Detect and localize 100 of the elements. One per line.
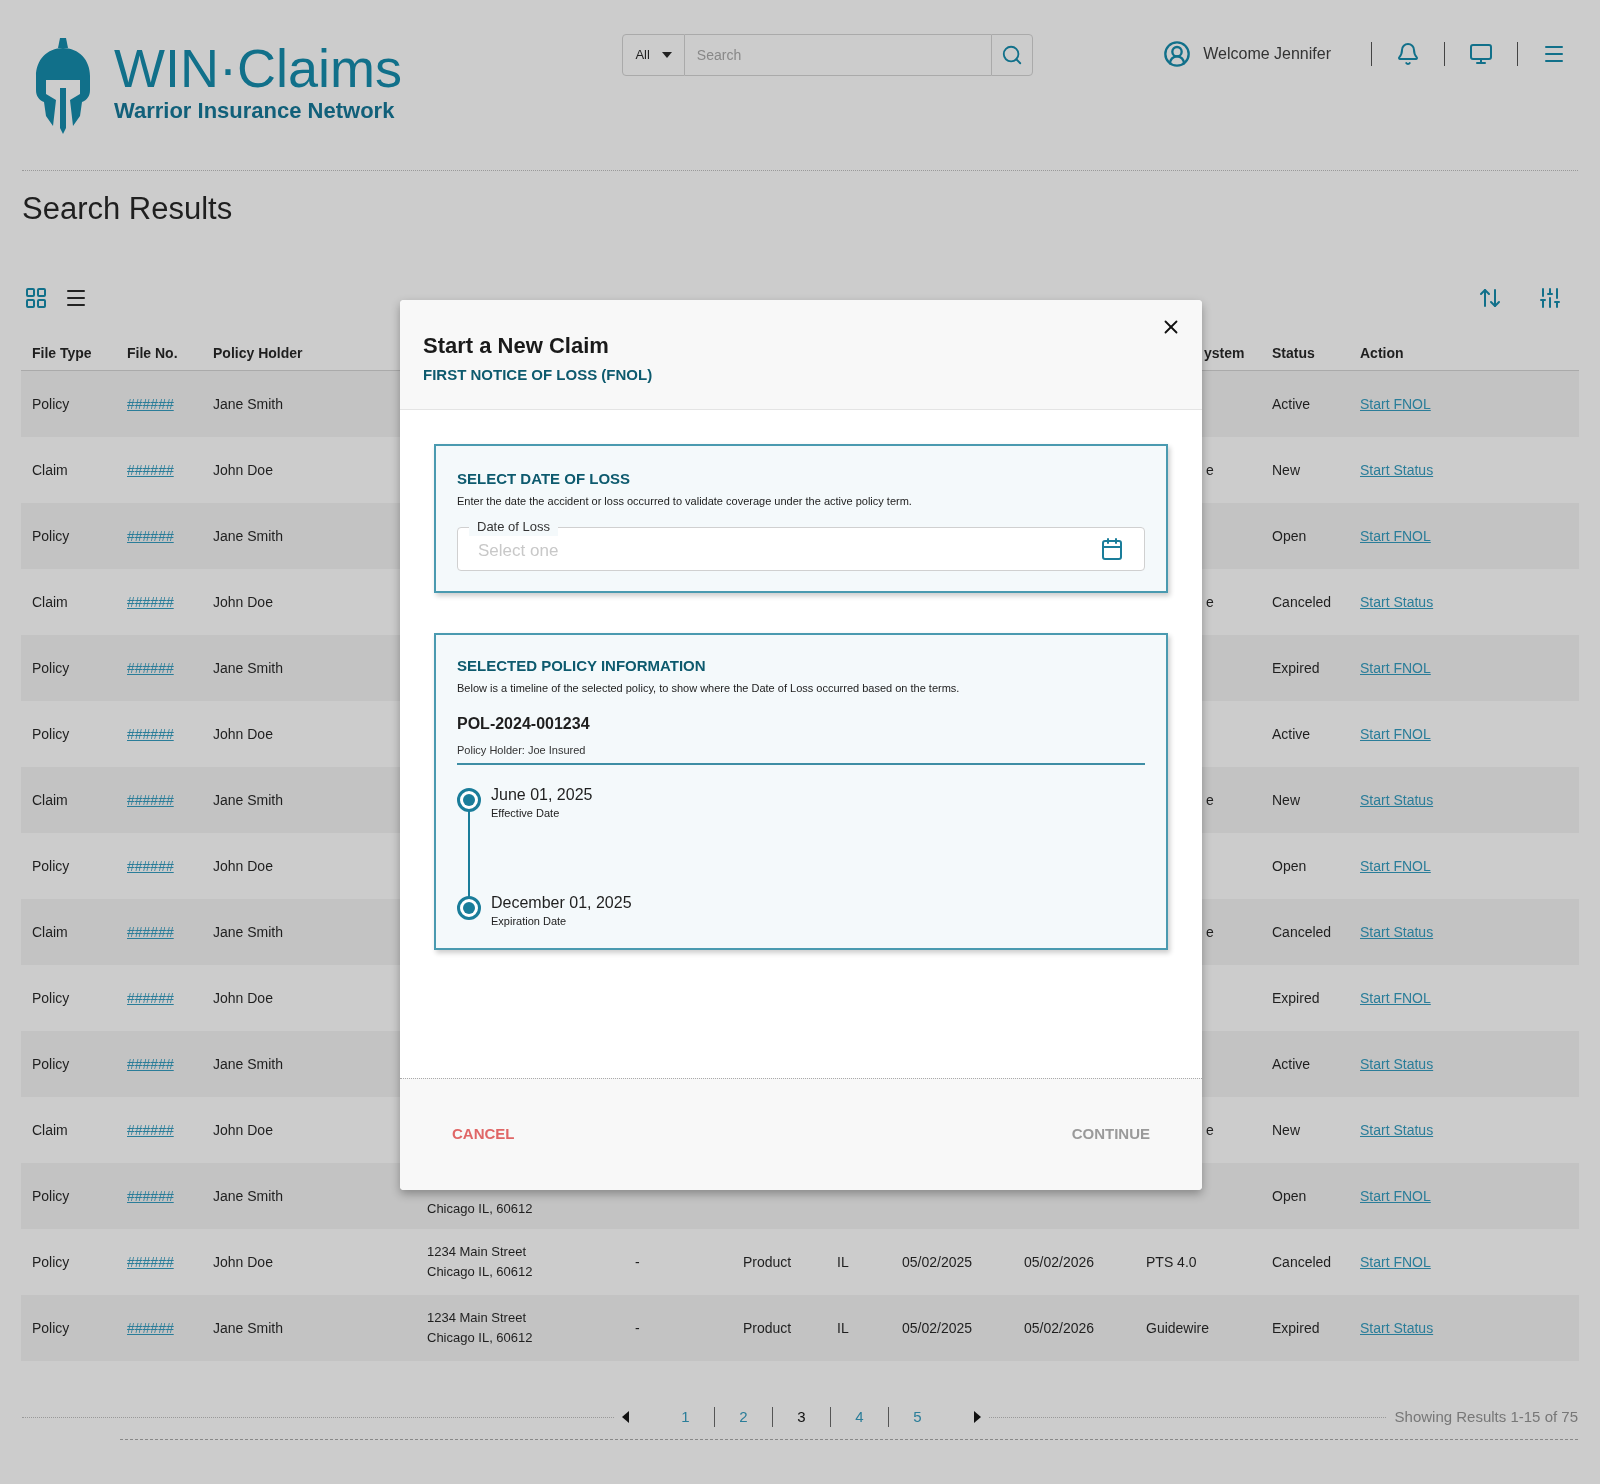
- table-cell-text: Claim: [32, 922, 69, 942]
- action-link[interactable]: Start FNOL: [1360, 1185, 1431, 1207]
- action-link[interactable]: Start Status: [1360, 1119, 1434, 1141]
- policy-holder: Policy Holder: Joe Insured: [457, 742, 1145, 765]
- section-heading: SELECTED POLICY INFORMATION: [457, 656, 707, 676]
- table-cell-text: Policy: [32, 526, 71, 546]
- action-link[interactable]: Start FNOL: [1360, 855, 1431, 877]
- table-cell-text: Expired: [1272, 658, 1321, 678]
- table-cell-text: e: [1205, 790, 1215, 810]
- table-cell-text: 05/02/2026: [1024, 1318, 1096, 1338]
- action-link[interactable]: Start Status: [1360, 1053, 1434, 1075]
- action-link[interactable]: Start Status: [1360, 591, 1434, 613]
- table-cell-text: Active: [1272, 1054, 1312, 1074]
- table-cell-text: Policy: [32, 658, 71, 678]
- triangle-left-icon: [622, 1411, 629, 1423]
- table-cell-text: Jane Smith: [213, 1186, 285, 1206]
- page-button[interactable]: 3: [773, 1405, 830, 1429]
- action-link[interactable]: Start Status: [1360, 921, 1434, 943]
- file-number-link[interactable]: ######: [127, 1185, 174, 1207]
- caret-icon: [661, 52, 672, 58]
- column-header: File Type: [32, 344, 93, 363]
- action-link[interactable]: Start FNOL: [1360, 657, 1431, 679]
- file-number-link[interactable]: ######: [127, 1317, 174, 1339]
- table-cell-text: New: [1272, 1120, 1301, 1140]
- column-header: ystem: [1203, 344, 1246, 363]
- calendar-icon[interactable]: [1100, 537, 1124, 561]
- file-number-link[interactable]: ######: [127, 789, 174, 811]
- sort-icon[interactable]: [1478, 286, 1502, 310]
- table-cell-text: 05/02/2026: [1024, 1252, 1096, 1272]
- table-cell-text: Expired: [1272, 988, 1321, 1008]
- column-header: Status: [1272, 344, 1316, 363]
- table-cell-text: e: [1205, 592, 1215, 612]
- table-cell-text: Canceled: [1272, 592, 1333, 612]
- file-number-link[interactable]: ######: [127, 1053, 174, 1075]
- action-link[interactable]: Start FNOL: [1360, 1251, 1431, 1273]
- file-number-link[interactable]: ######: [127, 393, 174, 415]
- table-cell-text: Active: [1272, 724, 1312, 744]
- table-cell-text: Policy: [32, 724, 71, 744]
- table-cell-text: Policy: [32, 856, 71, 876]
- table-cell-text: John Doe: [213, 988, 274, 1008]
- section-description: Below is a timeline of the selected policy, to show where the Date of Loss occurred based on the terms.: [457, 680, 961, 696]
- table-cell-text: Product: [743, 1318, 793, 1338]
- page-button[interactable]: 1: [657, 1405, 714, 1429]
- user-avatar-icon[interactable]: [1163, 40, 1192, 68]
- file-number-link[interactable]: ######: [127, 855, 174, 877]
- table-cell-text: Jane Smith: [213, 1054, 285, 1074]
- file-number-link[interactable]: ######: [127, 459, 174, 481]
- policy-number: POL-2024-001234: [457, 714, 591, 734]
- column-header: File No.: [127, 344, 179, 363]
- action-link[interactable]: Start FNOL: [1360, 723, 1431, 745]
- triangle-right-icon: [974, 1411, 981, 1423]
- action-link[interactable]: Start FNOL: [1360, 987, 1431, 1009]
- action-link[interactable]: Start FNOL: [1360, 525, 1431, 547]
- timeline-date: December 01, 2025: [491, 893, 632, 913]
- page-button[interactable]: 5: [889, 1405, 946, 1429]
- address-line: Chicago IL, 60612: [427, 1200, 534, 1218]
- file-number-link[interactable]: ######: [127, 1119, 174, 1141]
- grid-view-icon[interactable]: [24, 286, 48, 310]
- file-number-link[interactable]: ######: [127, 1251, 174, 1273]
- search-scope-dropdown[interactable]: All: [622, 34, 685, 76]
- file-number-link[interactable]: ######: [127, 657, 174, 679]
- action-link[interactable]: Start FNOL: [1360, 393, 1431, 415]
- table-cell-text: e: [1205, 922, 1215, 942]
- notification-bell-icon[interactable]: [1396, 42, 1420, 66]
- page-button[interactable]: 2: [715, 1405, 772, 1429]
- filter-icon[interactable]: [1538, 286, 1562, 310]
- search-icon: [1000, 44, 1023, 66]
- section-heading: SELECT DATE OF LOSS: [457, 469, 632, 489]
- action-link[interactable]: Start Status: [1360, 459, 1434, 481]
- file-number-link[interactable]: ######: [127, 525, 174, 547]
- file-number-link[interactable]: ######: [127, 723, 174, 745]
- file-number-link[interactable]: ######: [127, 921, 174, 943]
- table-cell-text: Policy: [32, 1054, 71, 1074]
- address-line: 1234 Main Street: [427, 1309, 527, 1327]
- monitor-icon[interactable]: [1469, 42, 1493, 66]
- table-cell-text: New: [1272, 460, 1301, 480]
- search-button[interactable]: [990, 34, 1033, 76]
- helmet-logo-icon: [34, 38, 92, 134]
- table-cell-text: 05/02/2025: [902, 1318, 974, 1338]
- cancel-button[interactable]: CANCEL: [444, 1115, 523, 1154]
- table-cell-text: Claim: [32, 460, 69, 480]
- timeline-label: Expiration Date: [491, 914, 568, 929]
- table-cell-text: Claim: [32, 1120, 69, 1140]
- page-button[interactable]: 4: [831, 1405, 888, 1429]
- file-number-link[interactable]: ######: [127, 987, 174, 1009]
- search-field[interactable]: Search: [684, 34, 991, 76]
- table-cell-text: Policy: [32, 988, 71, 1008]
- table-cell-text: Expired: [1272, 1318, 1321, 1338]
- table-cell-text: John Doe: [213, 460, 274, 480]
- timeline-label: Effective Date: [491, 805, 561, 821]
- continue-button[interactable]: CONTINUE: [1063, 1115, 1158, 1154]
- column-header: Action: [1360, 344, 1405, 363]
- action-link[interactable]: Start Status: [1360, 789, 1434, 811]
- table-cell-text: Active: [1272, 394, 1312, 414]
- file-number-link[interactable]: ######: [127, 591, 174, 613]
- table-cell-text: 05/02/2025: [902, 1252, 974, 1272]
- table-cell-text: Jane Smith: [213, 922, 285, 942]
- table-cell-text: Jane Smith: [213, 790, 285, 810]
- table-cell-text: Claim: [32, 790, 69, 810]
- action-link[interactable]: Start Status: [1360, 1317, 1434, 1339]
